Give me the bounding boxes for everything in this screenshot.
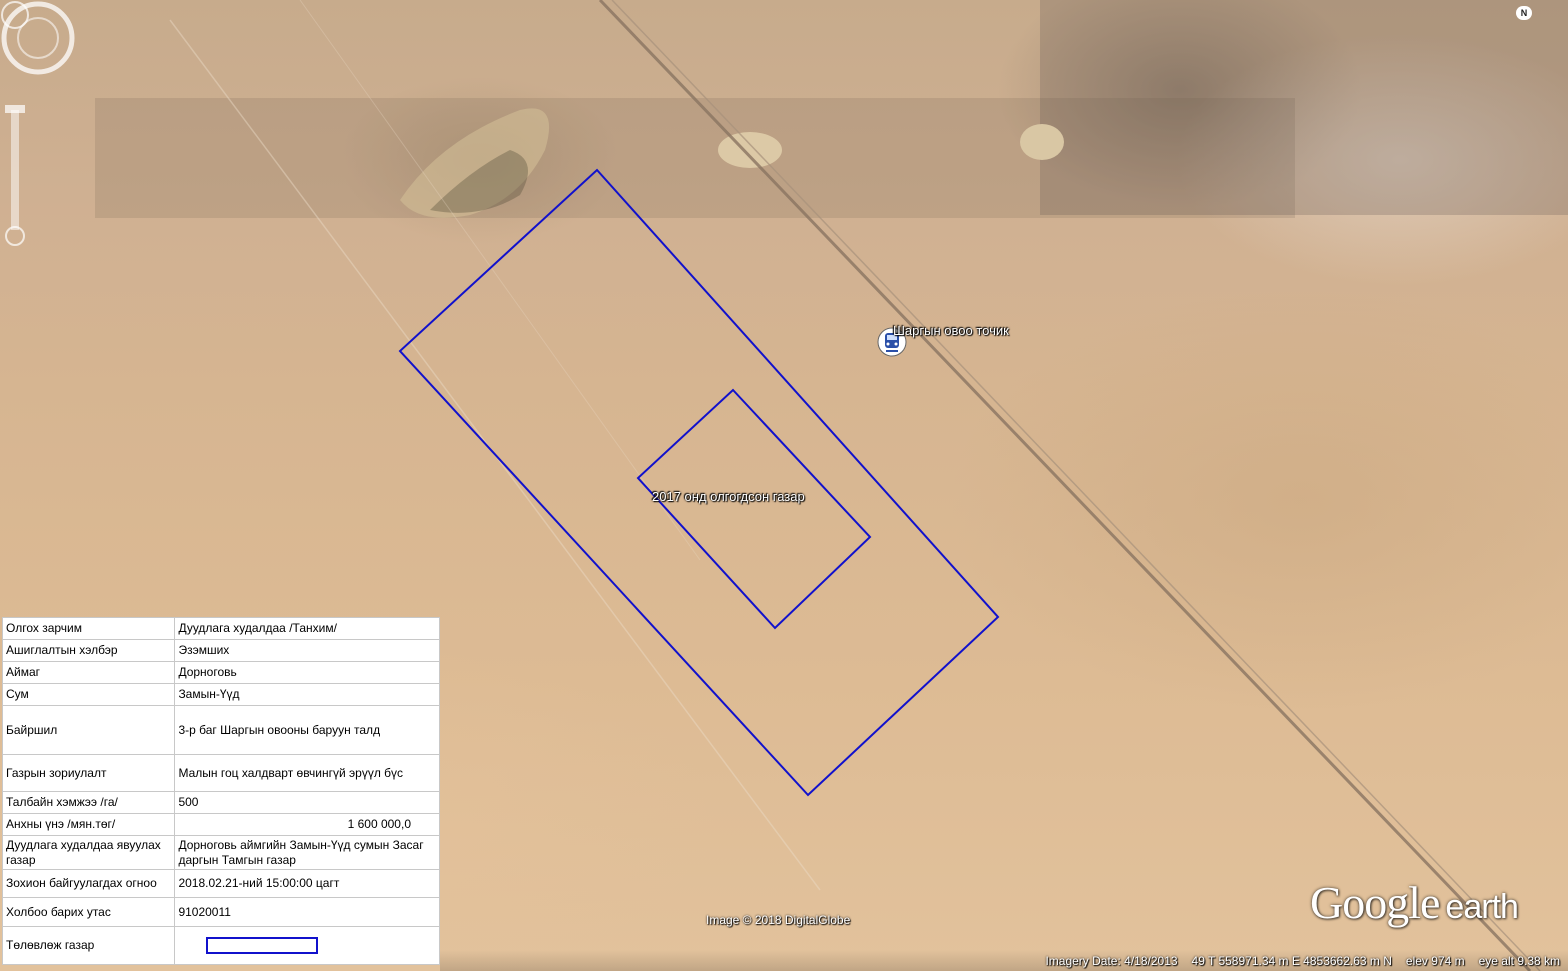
row-value: 91020011 (174, 897, 440, 927)
station-label[interactable]: Шаргын овоо точик (893, 323, 1009, 338)
row-label: Холбоо барих утас (1, 897, 176, 927)
table-row: Зохион байгуулагдах огноо 2018.02.21-ний … (1, 869, 440, 898)
table-row: Байршил 3-р баг Шаргын овооны баруун талд (1, 705, 440, 755)
row-label: Анхны үнэ /мян.төг/ (1, 813, 176, 836)
imagery-copyright: Image © 2018 DigitalGlobe (706, 913, 851, 927)
google-earth-logo: Google earth (1310, 876, 1519, 929)
row-value (174, 926, 440, 965)
table-row: Ашиглалтын хэлбэр Эзэмших (1, 639, 440, 662)
salt-pan (1020, 124, 1064, 160)
table-row: Аймаг Дорноговь (1, 661, 440, 684)
row-label: Ашиглалтын хэлбэр (1, 639, 176, 662)
row-label: Талбайн хэмжээ /га/ (1, 791, 176, 814)
table-row: Олгох зарчим Дуудлага худалдаа /Танхим/ (1, 617, 440, 640)
zoom-slider[interactable] (0, 0, 30, 250)
planned-parcel-boundary[interactable] (398, 168, 1000, 797)
area-2017-label[interactable]: 2017 онд олгогдсон газар (652, 489, 805, 504)
compass-north-indicator[interactable]: N (1516, 6, 1532, 20)
row-label: Сум (1, 683, 176, 706)
imagery-tile-dark (1040, 0, 1568, 215)
row-value: Замын-Үүд (174, 683, 440, 706)
row-label: Зохион байгуулагдах огноо (1, 869, 176, 898)
zoom-in-button[interactable] (5, 105, 25, 113)
table-row: Дуудлага худалдаа явуулах газар Дорноговь… (1, 835, 440, 870)
row-value: Эзэмших (174, 639, 440, 662)
status-bar: Imagery Date: 4/18/2013 49 T 558971.34 m… (440, 950, 1568, 971)
row-value: 1 600 000,0 (174, 813, 440, 836)
table-row: Газрын зориулалт Малын гоц халдварт өвчин… (1, 754, 440, 792)
allocated-2017-parcel-boundary[interactable] (636, 388, 872, 630)
row-value: 3-р баг Шаргын овооны баруун талд (174, 705, 440, 755)
row-label: Төлөвлөж газар (1, 926, 176, 965)
elevation-readout: elev 974 m (1405, 953, 1465, 968)
table-row: Анхны үнэ /мян.төг/1 600 000,0 (1, 813, 440, 836)
table-row: Талбайн хэмжээ /га/500 (1, 791, 440, 814)
row-value: Дорноговь аймгийн Замын-Үүд сумын Засаг … (174, 835, 440, 870)
eye-altitude-readout: eye alt 9.38 km (1478, 953, 1560, 968)
auction-info-table: Олгох зарчим Дуудлага худалдаа /Танхим/ А… (1, 617, 440, 965)
row-label: Дуудлага худалдаа явуулах газар (1, 835, 176, 870)
row-label: Байршил (1, 705, 176, 755)
row-label: Олгох зарчим (1, 617, 176, 640)
imagery-date: Imagery Date: 4/18/2013 (1045, 953, 1178, 968)
row-label: Газрын зориулалт (1, 754, 176, 792)
logo-earth-text: earth (1445, 888, 1518, 926)
row-value: Дуудлага худалдаа /Танхим/ (174, 617, 440, 640)
row-label: Аймаг (1, 661, 176, 684)
table-row: Сум Замын-Үүд (1, 683, 440, 706)
row-value: 2018.02.21-ний 15:00:00 цагт (174, 869, 440, 898)
table-row: Төлөвлөж газар (1, 926, 440, 965)
planned-area-legend-swatch (206, 937, 319, 954)
zoom-track[interactable] (11, 110, 19, 230)
row-value: 500 (174, 791, 440, 814)
logo-google-text: Google (1310, 877, 1440, 928)
salt-pan (718, 132, 782, 168)
look-joystick-icon[interactable] (1, 1, 29, 29)
coordinates-readout: 49 T 558971.34 m E 4853662.63 m N (1191, 953, 1392, 968)
table-row: Холбоо барих утас 91020011 (1, 897, 440, 927)
row-value: Малын гоц халдварт өвчингүй эрүүл бүс (174, 754, 440, 792)
row-value: Дорноговь (174, 661, 440, 684)
